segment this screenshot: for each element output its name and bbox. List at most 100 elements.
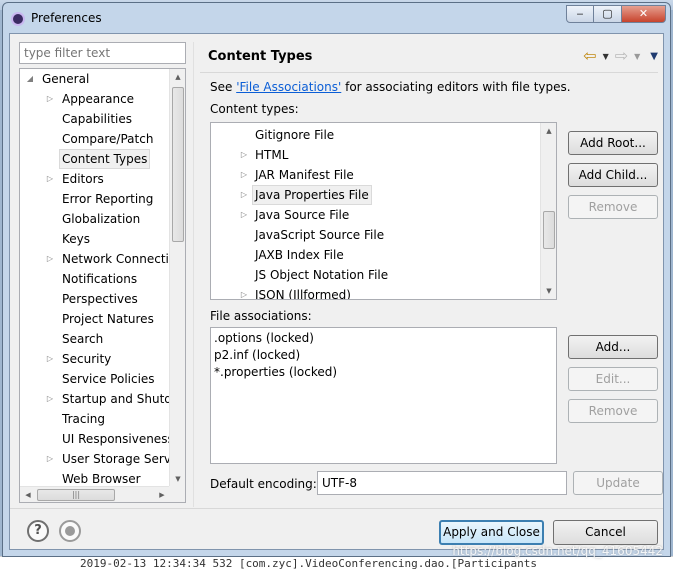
- collapsed-arrow-icon[interactable]: ▷: [238, 285, 250, 299]
- tree-item[interactable]: ▷ Network Connectio: [20, 249, 170, 269]
- tree-item[interactable]: UI Responsiveness: [20, 429, 170, 449]
- tree-item[interactable]: ▷ Security: [20, 349, 170, 369]
- remove-association-button[interactable]: Remove: [568, 399, 658, 423]
- collapsed-arrow-icon[interactable]: ▷: [44, 349, 56, 369]
- tree-item[interactable]: Service Policies: [20, 369, 170, 389]
- content-type-item[interactable]: ▷ Java Properties File: [211, 185, 541, 205]
- tree-item-label: Editors: [62, 172, 104, 186]
- collapsed-arrow-icon[interactable]: ▷: [44, 169, 56, 189]
- content-type-item[interactable]: JS Object Notation File: [211, 265, 541, 285]
- content-type-label: HTML: [255, 148, 289, 162]
- collapsed-arrow-icon[interactable]: ▷: [238, 185, 250, 205]
- forward-dropdown-icon[interactable]: ▼: [634, 52, 640, 61]
- title-bar[interactable]: Preferences ‒ ▢ ✕: [3, 3, 670, 33]
- collapsed-arrow-icon[interactable]: ▷: [238, 165, 250, 185]
- file-association-item[interactable]: p2.inf (locked): [214, 347, 553, 364]
- tree-item-label: Tracing: [62, 412, 106, 426]
- default-encoding-input[interactable]: [317, 471, 567, 495]
- back-dropdown-icon[interactable]: ▼: [603, 52, 609, 61]
- background-console-line: 2019-02-13 12:34:34 532 [com.zyc].VideoC…: [0, 556, 673, 570]
- tree-item[interactable]: Globalization: [20, 209, 170, 229]
- record-icon[interactable]: [59, 520, 81, 542]
- content-type-label: Java Properties File: [252, 185, 372, 205]
- tree-item[interactable]: Error Reporting: [20, 189, 170, 209]
- tree-horizontal-scrollbar[interactable]: ◀ ||| ▶: [20, 486, 170, 502]
- file-associations-list[interactable]: .options (locked) p2.inf (locked) *.proper…: [210, 327, 557, 464]
- preference-tree: ◢ General ▷ Appearance Capabilities Compare/P…: [19, 68, 186, 503]
- tree-item[interactable]: ◢ General: [20, 69, 170, 89]
- tree-item-label: General: [42, 72, 90, 86]
- add-child-button[interactable]: Add Child...: [568, 163, 658, 187]
- tree-item[interactable]: Perspectives: [20, 289, 170, 309]
- collapsed-arrow-icon[interactable]: ▷: [44, 449, 56, 469]
- file-association-item[interactable]: *.properties (locked): [214, 364, 553, 381]
- content-types-scroll-thumb[interactable]: [543, 211, 555, 249]
- maximize-button[interactable]: ▢: [594, 5, 622, 23]
- tree-hscroll-thumb[interactable]: |||: [37, 489, 115, 501]
- tree-item[interactable]: ▷ Startup and Shutd: [20, 389, 170, 409]
- content-type-item[interactable]: ▷ JSON (Illformed): [211, 285, 541, 299]
- collapsed-arrow-icon[interactable]: ▷: [44, 89, 56, 109]
- tree-item[interactable]: Search: [20, 329, 170, 349]
- tree-item[interactable]: Keys: [20, 229, 170, 249]
- content-type-item[interactable]: JAXB Index File: [211, 245, 541, 265]
- scroll-up-icon[interactable]: ▲: [541, 123, 556, 139]
- cancel-button[interactable]: Cancel: [553, 520, 658, 545]
- filter-input[interactable]: [19, 42, 186, 64]
- content-type-item[interactable]: ▷ Java Source File: [211, 205, 541, 225]
- tree-item-label: UI Responsiveness: [62, 432, 170, 446]
- tree-item[interactable]: Capabilities: [20, 109, 170, 129]
- scroll-up-icon[interactable]: ▲: [170, 69, 185, 85]
- tree-item[interactable]: ▷ User Storage Serv: [20, 449, 170, 469]
- tree-item-label: Service Policies: [62, 372, 155, 386]
- content-types-scrollbar[interactable]: ▲ ▼: [540, 123, 556, 299]
- scroll-down-icon[interactable]: ▼: [541, 283, 556, 299]
- collapsed-arrow-icon[interactable]: ▷: [44, 389, 56, 409]
- default-encoding-label: Default encoding:: [210, 477, 317, 491]
- forward-arrow-icon[interactable]: ⇨: [615, 48, 628, 64]
- description-prefix: See: [210, 80, 237, 94]
- tree-item-label: Error Reporting: [62, 192, 154, 206]
- collapsed-arrow-icon[interactable]: ▷: [238, 145, 250, 165]
- content-types-label: Content types:: [210, 102, 299, 116]
- content-type-item[interactable]: ▷ JAR Manifest File: [211, 165, 541, 185]
- remove-content-type-button[interactable]: Remove: [568, 195, 658, 219]
- pane-divider[interactable]: [193, 42, 194, 507]
- tree-item[interactable]: Compare/Patch: [20, 129, 170, 149]
- content-type-item[interactable]: ▷ HTML: [211, 145, 541, 165]
- tree-item[interactable]: Tracing: [20, 409, 170, 429]
- tree-item-label: Compare/Patch: [62, 132, 154, 146]
- file-association-item[interactable]: .options (locked): [214, 330, 553, 347]
- scroll-right-icon[interactable]: ▶: [154, 487, 170, 502]
- file-associations-link[interactable]: 'File Associations': [236, 80, 341, 94]
- scroll-left-icon[interactable]: ◀: [20, 487, 36, 502]
- minimize-button[interactable]: ‒: [566, 5, 594, 23]
- content-type-label: JSON (Illformed): [255, 288, 351, 299]
- content-type-item[interactable]: Gitignore File: [211, 125, 541, 145]
- close-button[interactable]: ✕: [622, 5, 666, 23]
- tree-item[interactable]: Content Types: [20, 149, 170, 169]
- tree-item[interactable]: Web Browser: [20, 469, 170, 487]
- add-root-button[interactable]: Add Root...: [568, 131, 658, 155]
- scroll-down-icon[interactable]: ▼: [170, 471, 185, 487]
- tree-item[interactable]: ▷ Appearance: [20, 89, 170, 109]
- apply-and-close-button[interactable]: Apply and Close: [439, 520, 544, 545]
- edit-association-button[interactable]: Edit...: [568, 367, 658, 391]
- preference-tree-items: ◢ General ▷ Appearance Capabilities Compare/P…: [20, 69, 170, 487]
- content-types-tree: Gitignore File ▷ HTML ▷ JAR Manifest File ▷ Ja…: [210, 122, 557, 300]
- update-button[interactable]: Update: [573, 471, 663, 495]
- collapsed-arrow-icon[interactable]: ▷: [238, 205, 250, 225]
- tree-item[interactable]: ▷ Editors: [20, 169, 170, 189]
- content-type-item[interactable]: JavaScript Source File: [211, 225, 541, 245]
- tree-vertical-scrollbar[interactable]: ▲ ▼: [169, 69, 185, 487]
- expanded-arrow-icon[interactable]: ◢: [24, 69, 36, 89]
- collapsed-arrow-icon[interactable]: ▷: [44, 249, 56, 269]
- view-menu-icon[interactable]: ▼: [650, 51, 658, 62]
- add-association-button[interactable]: Add...: [568, 335, 658, 359]
- tree-scroll-thumb[interactable]: [172, 87, 184, 242]
- back-arrow-icon[interactable]: ⇦: [583, 48, 596, 64]
- help-icon[interactable]: ?: [27, 520, 49, 542]
- tree-item[interactable]: Project Natures: [20, 309, 170, 329]
- page-description: See 'File Associations' for associating …: [210, 80, 571, 94]
- tree-item[interactable]: Notifications: [20, 269, 170, 289]
